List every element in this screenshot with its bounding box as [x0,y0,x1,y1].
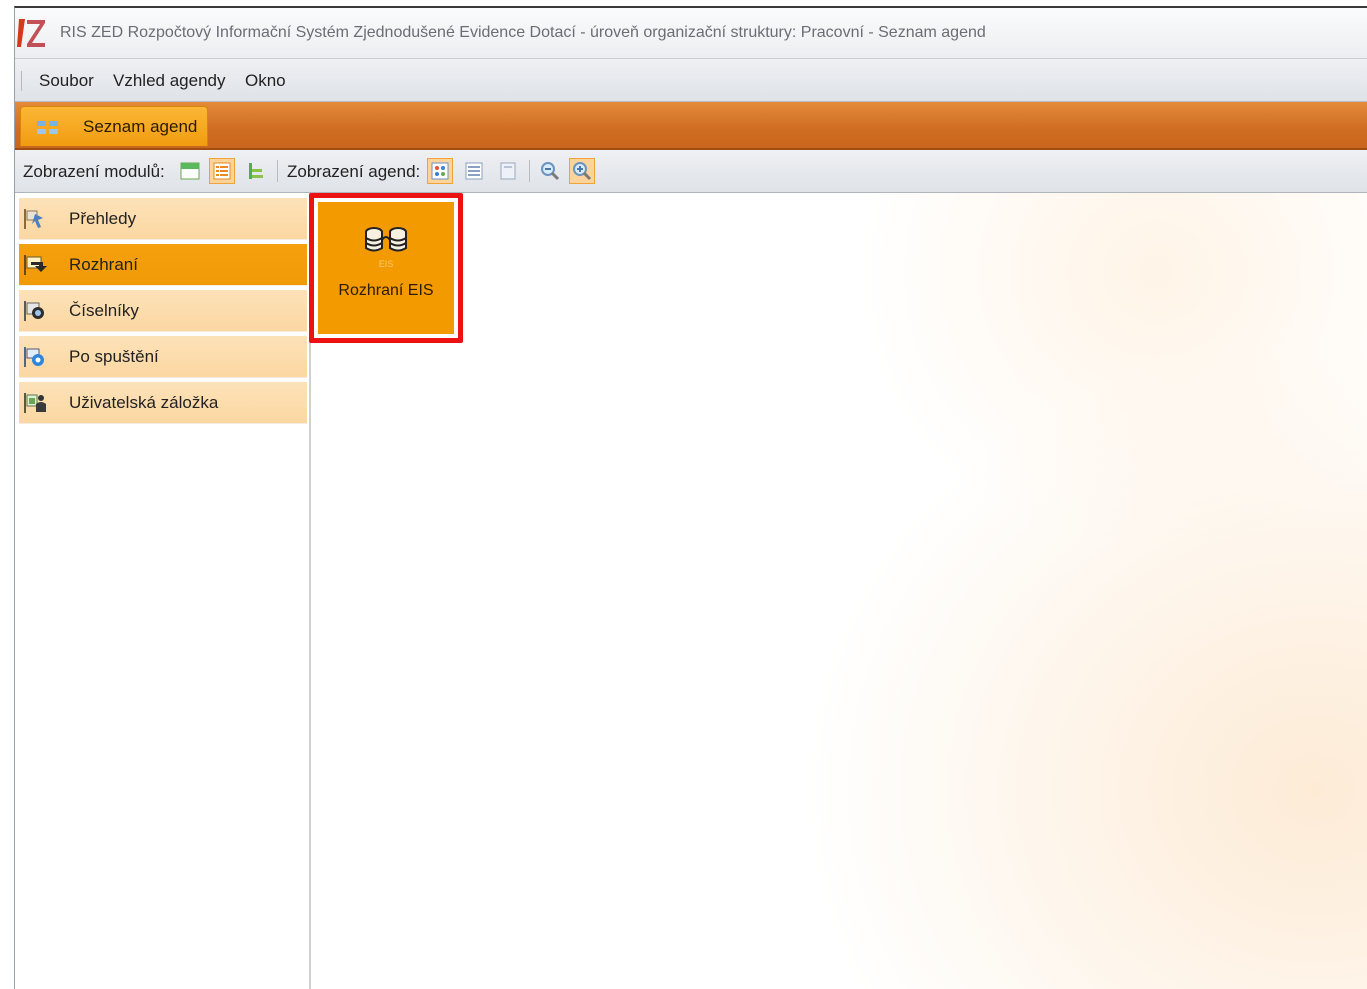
menu-grip [21,71,22,91]
list-view-icon [213,162,231,180]
sidebar-item-po-spusteni[interactable]: Po spuštění [19,336,307,378]
interface-icon [24,255,47,275]
tree-view-icon [249,163,263,179]
sidebar-item-ciselniky[interactable]: Číselníky [19,290,307,332]
document-tab-strip: Seznam agend [15,102,1367,150]
tab-label: Seznam agend [83,117,198,136]
agendas-list-button[interactable] [461,158,487,184]
agenda-tile-rozhrani-eis[interactable]: EIS Rozhraní EIS [318,202,454,334]
tiles-view-icon [431,162,449,180]
horizontal-layout-icon [180,162,200,180]
modules-list-button[interactable] [209,158,235,184]
sidebar-item-prehledy[interactable]: Přehledy [19,198,307,240]
sidebar-item-label: Číselníky [69,301,139,320]
sidebar-item-label: Po spuštění [69,347,159,366]
app-logo-icon [17,19,45,47]
overview-icon [24,209,43,229]
agenda-content-area [311,193,1367,989]
startup-icon [24,347,44,367]
sidebar-item-label: Uživatelská záložka [69,393,219,412]
menu-soubor[interactable]: Soubor [39,71,94,91]
sidebar-item-uzivatelska-zalozka[interactable]: Uživatelská záložka [19,382,307,424]
toolbar-separator [529,160,530,182]
modules-horizontal-button[interactable] [177,158,203,184]
modules-tree-button[interactable] [243,158,269,184]
view-toolbar: Zobrazení modulů: Zobrazení agend: [15,150,1367,193]
zoom-out-icon [541,162,560,181]
database-link-icon: EIS [365,227,407,269]
tab-seznam-agend[interactable]: Seznam agend [20,106,208,146]
agenda-list-icon [37,121,58,134]
sidebar-item-label: Rozhraní [69,255,138,274]
toolbar-separator [277,160,278,182]
document-view-icon [500,162,516,180]
agendas-compact-button[interactable] [495,158,521,184]
agenda-icon-caption: EIS [379,259,394,269]
zoom-in-button[interactable] [569,158,595,184]
zoom-in-icon [573,162,592,181]
sidebar-item-rozhrani[interactable]: Rozhraní [19,244,307,286]
menu-bar: Soubor Vzhled agendy Okno [15,59,1367,102]
sidebar-item-label: Přehledy [69,209,137,228]
window-title: RIS ZED Rozpočtový Informační Systém Zje… [60,24,986,41]
codebook-icon [24,301,44,321]
details-view-icon [465,162,483,180]
app-window: RIS ZED Rozpočtový Informační Systém Zje… [14,6,1367,989]
module-sidebar: Přehledy Rozhraní Číselníky Po spuštění … [15,193,311,989]
agendas-tiles-button[interactable] [427,158,453,184]
agendas-view-label: Zobrazení agend: [287,162,421,181]
user-tab-icon [24,393,46,413]
agenda-tile-label: Rozhraní EIS [338,282,434,299]
menu-okno[interactable]: Okno [245,71,286,91]
title-bar: RIS ZED Rozpočtový Informační Systém Zje… [15,8,1367,59]
modules-view-label: Zobrazení modulů: [23,162,165,181]
menu-vzhled-agendy[interactable]: Vzhled agendy [113,71,225,91]
zoom-out-button[interactable] [537,158,563,184]
